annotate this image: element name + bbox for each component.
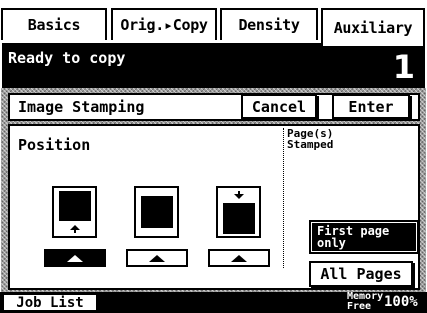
job-list-button[interactable]: Job List [2, 293, 98, 312]
position-label: Position [18, 136, 91, 154]
arrow-up-icon [67, 254, 83, 262]
enter-button-label: Enter [348, 97, 394, 116]
stamp-position-top-icon[interactable] [216, 186, 261, 238]
tab-orig-copy-label: Orig.▸Copy [120, 16, 208, 34]
cancel-button[interactable]: Cancel [241, 94, 317, 119]
position-center-button[interactable] [126, 249, 188, 267]
position-top-button[interactable] [208, 249, 270, 267]
stamp-position-bottom-icon[interactable] [52, 186, 97, 238]
status-bar: Ready to copy 1 [2, 43, 425, 90]
pages-stamped-label: Page(s) Stamped [287, 127, 334, 151]
tab-auxiliary-label: Auxiliary [333, 19, 413, 37]
tab-basics[interactable]: Basics [1, 8, 107, 40]
panel-title: Image Stamping [18, 98, 145, 116]
tab-bar: Basics Orig.▸Copy Density Auxiliary [0, 0, 427, 46]
tab-density[interactable]: Density [220, 8, 318, 40]
memory-free-value: 100% [384, 294, 418, 310]
status-message: Ready to copy [8, 49, 126, 67]
first-page-only-label: First page only [317, 224, 390, 250]
arrow-up-icon [231, 254, 247, 262]
copy-count: 1 [392, 48, 415, 86]
enter-button[interactable]: Enter [332, 94, 410, 119]
cancel-button-label: Cancel [251, 97, 307, 116]
all-pages-button[interactable]: All Pages [309, 261, 413, 287]
tab-auxiliary[interactable]: Auxiliary [321, 8, 425, 46]
position-bottom-button[interactable] [44, 249, 106, 267]
tab-basics-label: Basics [27, 16, 81, 34]
memory-free-label: Memory Free [347, 291, 384, 312]
arrow-up-icon [149, 254, 165, 262]
tab-density-label: Density [238, 16, 300, 34]
divider [283, 128, 284, 268]
first-page-only-button[interactable]: First page only [309, 220, 419, 254]
job-list-label: Job List [16, 294, 84, 311]
all-pages-label: All Pages [320, 265, 402, 283]
stamp-position-center-icon[interactable] [134, 186, 179, 238]
tab-orig-copy[interactable]: Orig.▸Copy [111, 8, 217, 40]
